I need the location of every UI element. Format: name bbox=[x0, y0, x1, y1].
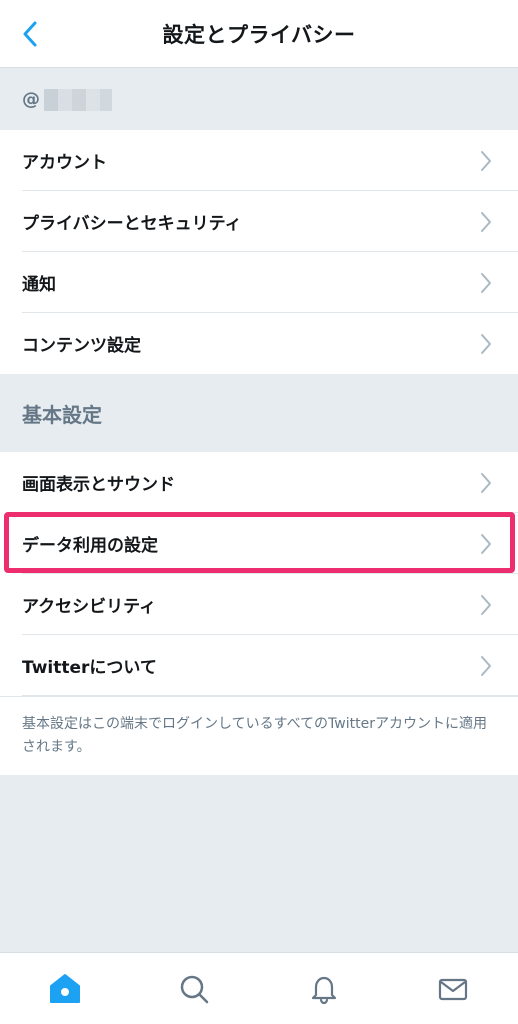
tab-messages[interactable] bbox=[421, 957, 485, 1021]
account-handle: @ bbox=[22, 89, 40, 110]
general-settings-list: 画面表示とサウンド データ利用の設定 アクセシビリティ Twitterについて … bbox=[0, 452, 518, 775]
search-icon bbox=[181, 975, 209, 1003]
settings-item-account[interactable]: アカウント bbox=[0, 130, 518, 191]
chevron-right-icon bbox=[481, 472, 491, 493]
navigation-header: 設定とプライバシー bbox=[0, 0, 518, 68]
settings-item-label: コンテンツ設定 bbox=[22, 336, 141, 356]
section-title: 基本設定 bbox=[22, 402, 102, 427]
bottom-tab-bar bbox=[0, 952, 518, 1024]
chevron-right-icon bbox=[481, 333, 491, 354]
account-section-header: @ bbox=[0, 69, 518, 130]
settings-item-label: 画面表示とサウンド bbox=[22, 475, 175, 495]
settings-item-data-usage[interactable]: データ利用の設定 bbox=[0, 513, 518, 574]
settings-item-label: 通知 bbox=[22, 275, 56, 295]
settings-item-notifications[interactable]: 通知 bbox=[0, 252, 518, 313]
chevron-right-icon bbox=[481, 594, 491, 615]
settings-item-about-twitter[interactable]: Twitterについて bbox=[0, 635, 518, 696]
settings-item-label: アクセシビリティ bbox=[22, 597, 157, 617]
chevron-right-icon bbox=[481, 655, 491, 676]
settings-item-privacy-security[interactable]: プライバシーとセキュリティ bbox=[0, 191, 518, 252]
settings-item-label: Twitterについて bbox=[22, 658, 157, 678]
tab-home[interactable] bbox=[33, 957, 97, 1021]
home-icon bbox=[49, 973, 80, 1003]
settings-item-label: プライバシーとセキュリティ bbox=[22, 214, 242, 234]
settings-item-content[interactable]: コンテンツ設定 bbox=[0, 313, 518, 374]
settings-item-display-sound[interactable]: 画面表示とサウンド bbox=[0, 452, 518, 513]
general-settings-note: 基本設定はこの端末でログインしているすべてのTwitterアカウントに適用されま… bbox=[0, 696, 518, 775]
chevron-right-icon bbox=[481, 272, 491, 293]
blurred-username bbox=[44, 88, 112, 111]
back-chevron-icon bbox=[23, 21, 37, 47]
account-settings-list: アカウント プライバシーとセキュリティ 通知 コンテンツ設定 bbox=[0, 130, 518, 374]
settings-item-accessibility[interactable]: アクセシビリティ bbox=[0, 574, 518, 635]
settings-item-label: アカウント bbox=[22, 153, 107, 173]
page-title: 設定とプライバシー bbox=[162, 22, 356, 47]
back-button[interactable] bbox=[10, 14, 50, 54]
tab-notifications[interactable] bbox=[292, 957, 356, 1021]
tab-search[interactable] bbox=[162, 957, 226, 1021]
bell-icon bbox=[311, 976, 336, 1004]
settings-item-label: データ利用の設定 bbox=[22, 536, 158, 556]
mail-icon bbox=[439, 978, 468, 1000]
chevron-right-icon bbox=[481, 150, 491, 171]
general-section-header: 基本設定 bbox=[0, 374, 518, 452]
chevron-right-icon bbox=[481, 533, 491, 554]
chevron-right-icon bbox=[481, 211, 491, 232]
